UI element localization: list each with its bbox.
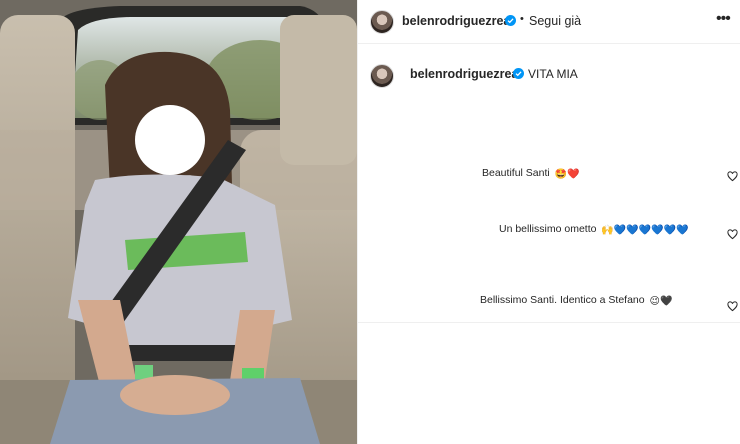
author-username[interactable]: belenrodriguezreal — [402, 14, 514, 28]
post-photo[interactable] — [0, 0, 357, 444]
comment-item: Beautiful Santi 🤩❤️ — [358, 165, 740, 185]
comment-text: Bellissimo Santi. Identico a Stefano 😉🖤 — [480, 294, 672, 307]
post-caption: belenrodriguezreal VITA MIA — [358, 58, 740, 98]
more-options-icon[interactable]: ••• — [716, 10, 731, 28]
comment-text: Un bellissimo ometto 🙌💙💙💙💙💙💙 — [499, 223, 689, 236]
following-button[interactable]: Segui già — [529, 14, 581, 28]
verified-badge-icon — [513, 68, 524, 79]
comment-body: Un bellissimo ometto — [499, 223, 597, 235]
comment-emojis: 🙌💙💙💙💙💙💙 — [601, 225, 689, 236]
comment-text: Beautiful Santi 🤩❤️ — [482, 167, 580, 180]
section-divider — [358, 322, 740, 323]
comment-body: Bellissimo Santi. Identico a Stefano — [480, 294, 645, 306]
post-header: belenrodriguezreal • Segui già ••• — [358, 0, 740, 44]
post-side-panel: belenrodriguezreal • Segui già ••• belen… — [357, 0, 740, 444]
comment-item: Un bellissimo ometto 🙌💙💙💙💙💙💙 — [358, 222, 740, 242]
comment-body: Beautiful Santi — [482, 167, 550, 179]
caption-avatar[interactable] — [370, 64, 394, 88]
comment-item: Bellissimo Santi. Identico a Stefano 😉🖤 — [358, 293, 740, 313]
like-comment-heart-icon[interactable] — [727, 171, 738, 182]
comment-emojis: 😉🖤 — [649, 296, 673, 307]
like-comment-heart-icon[interactable] — [727, 301, 738, 312]
author-avatar[interactable] — [370, 10, 394, 34]
verified-badge-icon — [505, 15, 516, 26]
post-image — [0, 0, 357, 444]
like-comment-heart-icon[interactable] — [727, 229, 738, 240]
comment-emojis: 🤩❤️ — [554, 169, 580, 180]
caption-username[interactable]: belenrodriguezreal — [410, 67, 522, 81]
separator-dot: • — [520, 13, 524, 25]
caption-text: VITA MIA — [528, 67, 578, 81]
